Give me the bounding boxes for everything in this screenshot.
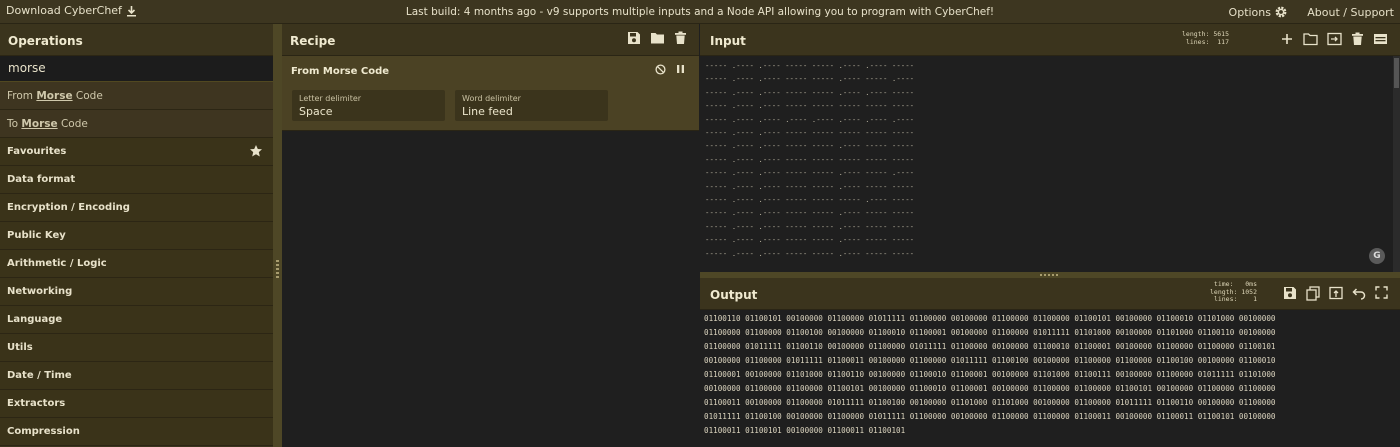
output-lines: 1 bbox=[1253, 295, 1257, 303]
pause-icon[interactable] bbox=[676, 64, 685, 75]
input-line: ----- .---- .---- ----- ----- .---- ----… bbox=[705, 141, 915, 151]
output-line: 01011111 01100100 00100000 01100000 0101… bbox=[704, 412, 1276, 421]
save-icon[interactable] bbox=[627, 31, 641, 45]
category-networking[interactable]: Networking bbox=[0, 278, 273, 306]
output-title: Output bbox=[710, 288, 758, 302]
input-line: ----- .---- .---- ----- ----- ----- ----… bbox=[705, 101, 915, 111]
output-line: 01100000 01100000 01100100 00100000 0110… bbox=[704, 328, 1276, 337]
trash-icon[interactable] bbox=[674, 31, 687, 45]
gear-icon bbox=[1274, 5, 1288, 19]
disable-icon[interactable] bbox=[655, 64, 666, 75]
operations-search-input[interactable]: morse bbox=[0, 56, 273, 82]
options-label: Options bbox=[1228, 5, 1271, 19]
replace-input-icon[interactable] bbox=[1329, 286, 1343, 301]
recipe-pane: Recipe From Morse Code Letter delimiter … bbox=[282, 24, 699, 447]
word-delimiter-label: Word delimiter bbox=[462, 94, 521, 103]
layout-icon[interactable] bbox=[1373, 32, 1388, 46]
operations-title: Operations bbox=[0, 24, 273, 56]
letter-delimiter-label: Letter delimiter bbox=[299, 94, 362, 103]
recipe-operation-from-morse-code[interactable]: From Morse Code Letter delimiter Space W… bbox=[282, 56, 699, 131]
category-public-key[interactable]: Public Key bbox=[0, 222, 273, 250]
operations-pane: Operations morse From Morse Code To Mors… bbox=[0, 24, 273, 447]
output-line: 01100000 01011111 01100110 00100000 0110… bbox=[704, 342, 1276, 351]
operations-recipe-resizer[interactable] bbox=[273, 24, 282, 447]
operation-to-morse-code[interactable]: To Morse Code bbox=[0, 110, 273, 138]
output-line: 00100000 01100000 01011111 01100011 0010… bbox=[704, 356, 1276, 365]
build-notice: Last build: 4 months ago - v9 supports m… bbox=[405, 6, 995, 18]
category-language[interactable]: Language bbox=[0, 306, 273, 334]
copy-icon[interactable] bbox=[1306, 286, 1320, 301]
grammarly-icon[interactable]: G bbox=[1369, 248, 1385, 264]
output-pane: Output time: 0ms length: 1052 lines: 1 0… bbox=[700, 278, 1400, 447]
letter-delimiter-value: Space bbox=[299, 105, 333, 118]
word-delimiter-value: Line feed bbox=[462, 105, 513, 118]
input-line: ----- .---- .---- ----- ----- .---- .---… bbox=[705, 87, 915, 97]
input-pane: Input length: 5615 lines: 117 ----- .---… bbox=[700, 24, 1400, 272]
star-icon bbox=[249, 144, 263, 158]
trash-icon[interactable] bbox=[1351, 32, 1364, 46]
input-line: ----- .---- .---- ----- ----- .---- ----… bbox=[705, 208, 915, 218]
input-scrollbar[interactable] bbox=[1393, 56, 1400, 272]
folder-icon[interactable] bbox=[1303, 32, 1318, 46]
category-utils[interactable]: Utils bbox=[0, 334, 273, 362]
input-line: ----- .---- .---- ----- ----- .---- .---… bbox=[705, 61, 915, 70]
operation-title: From Morse Code bbox=[291, 66, 390, 77]
input-lines: 117 bbox=[1217, 37, 1229, 46]
input-line: ----- .---- .---- ----- ----- .---- ----… bbox=[705, 74, 915, 84]
category-data-format[interactable]: Data format bbox=[0, 166, 273, 194]
folder-icon[interactable] bbox=[650, 31, 665, 45]
category-encryption-encoding[interactable]: Encryption / Encoding bbox=[0, 194, 273, 222]
import-icon[interactable] bbox=[1327, 32, 1342, 46]
top-banner: Download CyberChef Last build: 4 months … bbox=[0, 0, 1400, 24]
category-extractors[interactable]: Extractors bbox=[0, 390, 273, 418]
input-line: ----- .---- .---- ----- ----- ----- .---… bbox=[705, 195, 915, 205]
operation-from-morse-code[interactable]: From Morse Code bbox=[0, 82, 273, 110]
recipe-header: Recipe bbox=[282, 24, 699, 56]
undo-icon[interactable] bbox=[1352, 286, 1366, 301]
input-line: ----- .---- .---- ----- ----- .---- ----… bbox=[705, 181, 915, 191]
input-header: Input length: 5615 lines: 117 bbox=[700, 24, 1400, 56]
category-compression[interactable]: Compression bbox=[0, 418, 273, 446]
input-line: ----- .---- .---- ----- ----- .---- ----… bbox=[705, 168, 915, 178]
output-line: 00100000 01100000 01100000 01100101 0010… bbox=[704, 384, 1276, 393]
output-line: 01100110 01100101 00100000 01100000 0101… bbox=[704, 314, 1276, 323]
input-line: ----- .---- .---- ----- ----- ----- ----… bbox=[705, 154, 915, 164]
category-arithmetic-logic[interactable]: Arithmetic / Logic bbox=[0, 250, 273, 278]
input-title: Input bbox=[710, 34, 746, 48]
recipe-title: Recipe bbox=[290, 34, 336, 48]
word-delimiter-select[interactable]: Word delimiter Line feed bbox=[455, 90, 608, 121]
output-line: 01100011 01100101 00100000 01100011 0110… bbox=[704, 426, 906, 435]
input-line: ----- .---- .---- ----- ----- ----- ----… bbox=[705, 128, 915, 138]
input-stats: length: 5615 lines: 117 bbox=[1182, 30, 1229, 46]
save-icon[interactable] bbox=[1283, 286, 1297, 301]
input-line: ----- .---- .---- .---- .---- .---- .---… bbox=[705, 114, 915, 124]
plus-icon[interactable] bbox=[1280, 32, 1294, 46]
letter-delimiter-select[interactable]: Letter delimiter Space bbox=[292, 90, 445, 121]
category-favourites[interactable]: Favourites bbox=[0, 138, 273, 166]
output-text[interactable]: 01100110 01100101 00100000 01100000 0101… bbox=[700, 310, 1400, 447]
maximise-icon[interactable] bbox=[1375, 286, 1388, 301]
output-line: 01100011 00100000 01100000 01011111 0110… bbox=[704, 398, 1276, 407]
input-line: ----- .---- .---- ----- ----- .---- ----… bbox=[705, 248, 915, 258]
about-support-link[interactable]: About / Support bbox=[1307, 6, 1394, 19]
output-header: Output time: 0ms length: 1052 lines: 1 bbox=[700, 278, 1400, 310]
category-date-time[interactable]: Date / Time bbox=[0, 362, 273, 390]
output-line: 01100001 00100000 01101000 01100110 0010… bbox=[704, 370, 1276, 379]
output-stats: time: 0ms length: 1052 lines: 1 bbox=[1210, 280, 1257, 303]
scrollbar-thumb[interactable] bbox=[1394, 58, 1399, 88]
input-textarea[interactable]: ----- .---- .---- ----- ----- .---- .---… bbox=[700, 56, 1392, 272]
search-match: Morse bbox=[21, 118, 58, 130]
input-line: ----- .---- .---- ----- ----- .---- ----… bbox=[705, 221, 915, 231]
input-line: ----- .---- .---- ----- ----- .---- ----… bbox=[705, 235, 915, 245]
search-match: Morse bbox=[36, 90, 73, 102]
options-button[interactable]: Options bbox=[1229, 5, 1288, 19]
